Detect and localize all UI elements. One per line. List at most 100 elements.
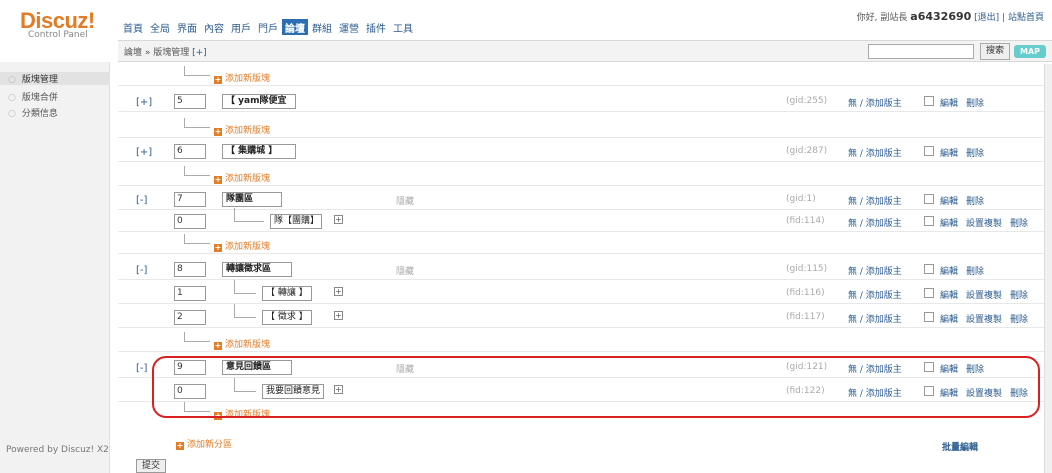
checkbox[interactable] bbox=[924, 288, 934, 298]
nav-portal[interactable]: 門戶 bbox=[255, 19, 281, 35]
checkbox[interactable] bbox=[924, 194, 934, 204]
edit-link[interactable]: 編輯 bbox=[940, 365, 958, 375]
board-name-input[interactable]: 【 徵求 】 bbox=[262, 310, 312, 325]
add-board-link[interactable]: + 添加新版塊 bbox=[214, 123, 270, 136]
nav-groups[interactable]: 群組 bbox=[309, 19, 335, 35]
edit-link[interactable]: 編輯 bbox=[940, 267, 958, 277]
moderator-link[interactable]: 無 / 添加版主 bbox=[848, 386, 902, 399]
order-input[interactable]: 8 bbox=[174, 262, 206, 277]
order-input[interactable]: 7 bbox=[174, 192, 206, 207]
map-button[interactable]: MAP bbox=[1014, 45, 1046, 58]
expand-toggle[interactable]: [+] bbox=[136, 97, 152, 108]
checkbox[interactable] bbox=[924, 362, 934, 372]
edit-link[interactable]: 編輯 bbox=[940, 197, 958, 207]
checkbox[interactable] bbox=[924, 96, 934, 106]
delete-link[interactable]: 刪除 bbox=[966, 267, 984, 277]
collapse-toggle[interactable]: [-] bbox=[136, 363, 147, 374]
moderator-link[interactable]: 無 / 添加版主 bbox=[848, 264, 902, 277]
add-board-link[interactable]: + 添加新版塊 bbox=[214, 239, 270, 252]
copy-settings-link[interactable]: 設置複製 bbox=[966, 389, 1002, 399]
top-nav: 首頁 全局 界面 內容 用戶 門戶 論壇 群組 運營 插件 工具 bbox=[120, 19, 417, 35]
add-board-link[interactable]: + 添加新版塊 bbox=[214, 337, 270, 350]
delete-link[interactable]: 刪除 bbox=[966, 99, 984, 109]
edit-link[interactable]: 編輯 bbox=[940, 315, 958, 325]
board-name-input[interactable]: 【 集購城 】 bbox=[222, 144, 296, 159]
checkbox[interactable] bbox=[924, 146, 934, 156]
sidebar-item-board-merge[interactable]: ○ 版塊合併 bbox=[8, 90, 58, 103]
edit-link[interactable]: 編輯 bbox=[940, 99, 958, 109]
checkbox[interactable] bbox=[924, 216, 934, 226]
nav-operations[interactable]: 運營 bbox=[336, 19, 362, 35]
zone-name-input[interactable]: 隊團區 bbox=[222, 192, 282, 207]
add-zone-link[interactable]: + 添加新分區 bbox=[176, 437, 232, 450]
nav-interface[interactable]: 界面 bbox=[174, 19, 200, 35]
nav-users[interactable]: 用戶 bbox=[228, 19, 254, 35]
sidebar-item-board-management[interactable]: ○ 版塊管理 bbox=[0, 72, 110, 85]
order-input[interactable]: 5 bbox=[174, 94, 206, 109]
add-board-link[interactable]: + 添加新版塊 bbox=[214, 407, 270, 420]
moderator-link[interactable]: 無 / 添加版主 bbox=[848, 96, 902, 109]
scrollbar[interactable] bbox=[1044, 64, 1052, 473]
row-actions: 編輯 刪除 bbox=[940, 362, 992, 375]
order-input[interactable]: 6 bbox=[174, 144, 206, 159]
nav-global[interactable]: 全局 bbox=[147, 19, 173, 35]
submit-button[interactable]: 提交 bbox=[136, 459, 166, 473]
edit-link[interactable]: 編輯 bbox=[940, 149, 958, 159]
logout-link[interactable]: [退出] bbox=[974, 13, 999, 23]
expand-toggle[interactable]: [+] bbox=[136, 147, 152, 158]
search-button[interactable]: 搜索 bbox=[980, 43, 1010, 60]
edit-link[interactable]: 編輯 bbox=[940, 291, 958, 301]
breadcrumb-add-link[interactable]: [+] bbox=[192, 48, 207, 58]
board-name-input[interactable]: 【 轉讓 】 bbox=[262, 286, 312, 301]
checkbox[interactable] bbox=[924, 386, 934, 396]
delete-link[interactable]: 刪除 bbox=[1010, 219, 1028, 229]
add-subboard-icon[interactable]: + bbox=[334, 385, 343, 394]
add-subboard-icon[interactable]: + bbox=[334, 287, 343, 296]
copy-settings-link[interactable]: 設置複製 bbox=[966, 315, 1002, 325]
nav-forum[interactable]: 論壇 bbox=[282, 19, 308, 35]
copy-settings-link[interactable]: 設置複製 bbox=[966, 291, 1002, 301]
collapse-toggle[interactable]: [-] bbox=[136, 265, 147, 276]
add-subboard-icon[interactable]: + bbox=[334, 215, 343, 224]
moderator-link[interactable]: 無 / 添加版主 bbox=[848, 146, 902, 159]
add-subboard-icon[interactable]: + bbox=[334, 311, 343, 320]
add-board-link[interactable]: + 添加新版塊 bbox=[214, 71, 270, 84]
moderator-link[interactable]: 無 / 添加版主 bbox=[848, 288, 902, 301]
site-home-link[interactable]: 站點首頁 bbox=[1008, 13, 1044, 23]
checkbox[interactable] bbox=[924, 264, 934, 274]
moderator-link[interactable]: 無 / 添加版主 bbox=[848, 362, 902, 375]
moderator-link[interactable]: 無 / 添加版主 bbox=[848, 312, 902, 325]
moderator-link[interactable]: 無 / 添加版主 bbox=[848, 216, 902, 229]
search-input[interactable] bbox=[868, 44, 974, 59]
nav-tools[interactable]: 工具 bbox=[390, 19, 416, 35]
order-input[interactable]: 0 bbox=[174, 214, 206, 229]
copy-settings-link[interactable]: 設置複製 bbox=[966, 219, 1002, 229]
zone-name-input[interactable]: 意見回饋區 bbox=[222, 360, 292, 375]
delete-link[interactable]: 刪除 bbox=[966, 149, 984, 159]
delete-link[interactable]: 刪除 bbox=[1010, 291, 1028, 301]
board-name-input[interactable]: 【 yam隊便宜 bbox=[222, 94, 296, 109]
edit-link[interactable]: 編輯 bbox=[940, 219, 958, 229]
nav-content[interactable]: 內容 bbox=[201, 19, 227, 35]
add-board-link[interactable]: + 添加新版塊 bbox=[214, 171, 270, 184]
add-board-label: 添加新版塊 bbox=[225, 174, 271, 184]
delete-link[interactable]: 刪除 bbox=[1010, 389, 1028, 399]
delete-link[interactable]: 刪除 bbox=[1010, 315, 1028, 325]
zone-name-input[interactable]: 轉讓徵求區 bbox=[222, 262, 292, 277]
checkbox[interactable] bbox=[924, 312, 934, 322]
collapse-toggle[interactable]: [-] bbox=[136, 195, 147, 206]
board-name-input[interactable]: 隊【團購】 bbox=[270, 214, 322, 229]
order-input[interactable]: 9 bbox=[174, 360, 206, 375]
nav-plugins[interactable]: 插件 bbox=[363, 19, 389, 35]
delete-link[interactable]: 刪除 bbox=[966, 197, 984, 207]
order-input[interactable]: 2 bbox=[174, 310, 206, 325]
order-input[interactable]: 0 bbox=[174, 384, 206, 399]
board-name-input[interactable]: 我要回饋意見 bbox=[262, 384, 324, 399]
order-input[interactable]: 1 bbox=[174, 286, 206, 301]
moderator-link[interactable]: 無 / 添加版主 bbox=[848, 194, 902, 207]
delete-link[interactable]: 刪除 bbox=[966, 365, 984, 375]
batch-edit-link[interactable]: 批量編輯 bbox=[942, 440, 978, 453]
nav-home[interactable]: 首頁 bbox=[120, 19, 146, 35]
edit-link[interactable]: 編輯 bbox=[940, 389, 958, 399]
sidebar-item-category-info[interactable]: ○ 分類信息 bbox=[8, 106, 58, 119]
